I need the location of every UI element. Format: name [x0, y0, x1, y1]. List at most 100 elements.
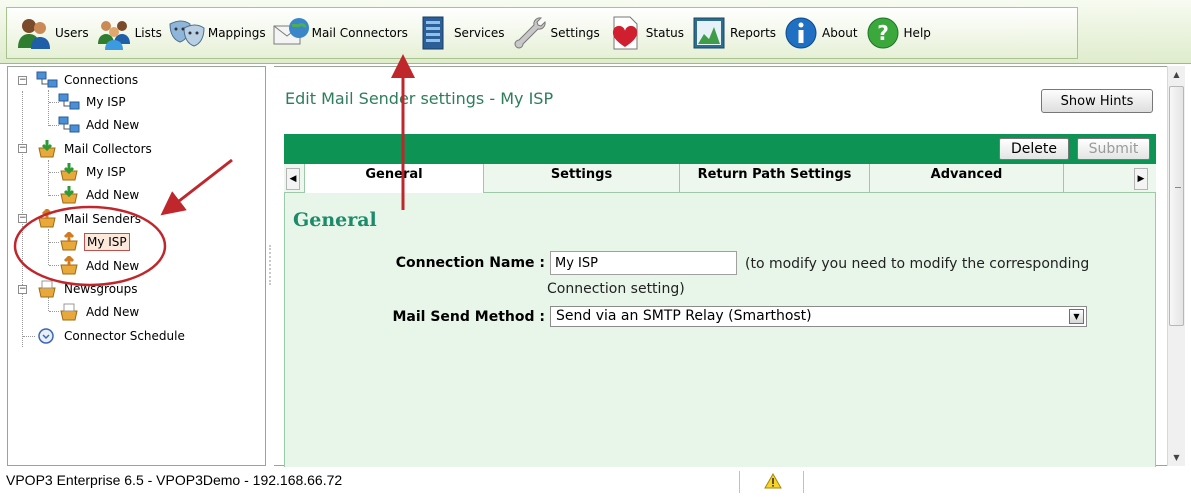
tab-settings[interactable]: Settings: [484, 164, 680, 193]
tree-label-mail-collectors-add-new: Add New: [86, 188, 140, 202]
tab-general[interactable]: General: [304, 164, 484, 194]
toolbar-reports-label: Reports: [730, 26, 777, 40]
tree-label-mail-collectors: Mail Collectors: [64, 142, 152, 156]
help-icon: ?: [867, 17, 899, 49]
tree-node-mail-collectors-my-isp[interactable]: My ISP: [58, 161, 128, 183]
tree-node-mail-senders-my-isp[interactable]: My ISP: [58, 231, 130, 253]
mail-connectors-icon: [273, 18, 309, 45]
tab-return-path-settings[interactable]: Return Path Settings: [680, 164, 870, 193]
tree-node-connector-schedule[interactable]: Connector Schedule: [36, 325, 187, 347]
newsgroups-icon: [38, 280, 56, 298]
toolbar-lists-button[interactable]: Lists: [95, 11, 162, 55]
status-bar: VPOP3 Enterprise 6.5 - VPOP3Demo - 192.1…: [0, 467, 1191, 497]
tree-node-connections-my-isp[interactable]: My ISP: [58, 91, 128, 113]
send-method-label: Mail Send Method :: [392, 309, 546, 325]
section-title: General: [293, 209, 377, 231]
tree-label-mail-senders-my-isp: My ISP: [84, 233, 130, 251]
network-icon: [36, 71, 58, 88]
main-toolbar: Users Lists Mappings Mail Connectors Ser…: [0, 0, 1191, 64]
tree-label-connections-add-new: Add New: [86, 118, 140, 132]
warning-icon[interactable]: [764, 473, 782, 489]
reports-icon: [693, 17, 725, 49]
network-icon: [58, 93, 80, 110]
users-icon: [18, 19, 50, 49]
tree-node-connections[interactable]: Connections: [36, 69, 140, 91]
lists-icon: [97, 21, 130, 50]
toolbar-services-label: Services: [453, 26, 505, 40]
toolbar-mail-connectors-button[interactable]: Mail Connectors: [272, 11, 408, 55]
content-pane: Edit Mail Sender settings - My ISP Show …: [274, 66, 1167, 467]
toolbar-mail-connectors-label: Mail Connectors: [311, 26, 408, 40]
mappings-icon: [169, 20, 205, 47]
toolbar-settings-label: Settings: [550, 26, 600, 40]
status-text: VPOP3 Enterprise 6.5 - VPOP3Demo - 192.1…: [6, 472, 343, 488]
tree-label-connector-schedule: Connector Schedule: [64, 329, 185, 343]
tree-node-mail-collectors[interactable]: Mail Collectors: [36, 138, 154, 160]
tree-node-mail-senders[interactable]: Mail Senders: [36, 208, 143, 230]
mail-senders-collapse-toggle[interactable]: −: [18, 214, 27, 223]
tab-advanced[interactable]: Advanced: [870, 164, 1064, 193]
scroll-up-icon[interactable]: ▲: [1168, 66, 1185, 83]
toolbar-lists-label: Lists: [134, 26, 162, 40]
toolbar-settings-button[interactable]: Settings: [511, 11, 600, 55]
send-method-select[interactable]: Send via an SMTP Relay (Smarthost) ▼: [550, 306, 1087, 327]
toolbar-help-label: Help: [903, 26, 931, 40]
tree-node-newsgroups[interactable]: Newsgroups: [36, 278, 140, 300]
send-method-selected-value: Send via an SMTP Relay (Smarthost): [556, 308, 812, 324]
clock-icon: [38, 328, 54, 344]
delete-button[interactable]: Delete: [999, 138, 1069, 160]
page-title: Edit Mail Sender settings - My ISP: [285, 89, 554, 108]
navigation-tree: − Connections My ISP Add New − Mail Coll…: [7, 66, 266, 466]
scroll-down-icon[interactable]: ▼: [1168, 449, 1185, 466]
toolbar-users-button[interactable]: Users: [15, 11, 89, 55]
toolbar-reports-button[interactable]: Reports: [690, 11, 776, 55]
tree-label-connections: Connections: [64, 73, 139, 87]
tree-label-mail-senders: Mail Senders: [64, 212, 141, 226]
tree-label-connections-my-isp: My ISP: [86, 95, 126, 109]
toolbar-status-button[interactable]: Status: [606, 11, 684, 55]
mail-collectors-collapse-toggle[interactable]: −: [18, 144, 27, 153]
toolbar-mappings-button[interactable]: Mappings: [168, 11, 266, 55]
tree-node-mail-senders-add-new[interactable]: Add New: [58, 255, 141, 277]
tree-node-mail-collectors-add-new[interactable]: Add New: [58, 184, 141, 206]
about-icon: [785, 17, 817, 49]
connection-name-hint-continued: Connection setting): [547, 281, 685, 297]
tab-bar: ◀ General Settings Return Path Settings …: [284, 164, 1156, 194]
submit-button[interactable]: Submit: [1077, 138, 1150, 160]
mail-collector-icon: [38, 140, 56, 158]
svg-text:?: ?: [877, 21, 889, 45]
mail-collector-icon: [60, 163, 78, 181]
tree-guide-line: [23, 336, 35, 337]
toolbar-services-button[interactable]: Services: [414, 11, 505, 55]
action-bar: Delete Submit: [284, 134, 1156, 164]
tree-label-mail-senders-add-new: Add New: [86, 259, 140, 273]
vertical-scrollbar[interactable]: ▲ ▼: [1167, 66, 1185, 466]
toolbar-about-button[interactable]: About: [782, 11, 858, 55]
tree-guide-line: [48, 229, 49, 265]
mail-sender-icon: [60, 256, 78, 275]
mail-sender-icon: [38, 209, 56, 228]
connections-collapse-toggle[interactable]: −: [18, 76, 27, 85]
toolbar-panel: Users Lists Mappings Mail Connectors Ser…: [6, 7, 1078, 59]
tab-scroll-right-icon[interactable]: ▶: [1134, 168, 1148, 190]
general-form: General Connection Name : (to modify you…: [284, 193, 1156, 467]
toolbar-about-label: About: [822, 26, 858, 40]
toolbar-mappings-label: Mappings: [207, 26, 266, 40]
connection-name-label: Connection Name :: [395, 255, 545, 271]
toolbar-users-label: Users: [55, 26, 89, 40]
show-hints-button[interactable]: Show Hints: [1041, 89, 1153, 113]
toolbar-help-button[interactable]: ? Help: [864, 11, 931, 55]
connection-name-field[interactable]: [550, 251, 737, 275]
newsgroups-collapse-toggle[interactable]: −: [18, 285, 27, 294]
chevron-down-icon[interactable]: ▼: [1069, 309, 1084, 324]
services-icon: [422, 16, 444, 50]
splitter-grip[interactable]: [269, 245, 272, 285]
mail-sender-icon: [60, 232, 78, 251]
tree-node-newsgroups-add-new[interactable]: Add New: [58, 301, 141, 323]
tree-label-mail-collectors-my-isp: My ISP: [86, 165, 126, 179]
connection-name-hint: (to modify you need to modify the corres…: [745, 256, 1090, 272]
tree-node-connections-add-new[interactable]: Add New: [58, 114, 141, 136]
scrollbar-thumb[interactable]: [1169, 86, 1184, 326]
tab-scroll-left-icon[interactable]: ◀: [286, 168, 300, 190]
settings-icon: [514, 17, 546, 49]
